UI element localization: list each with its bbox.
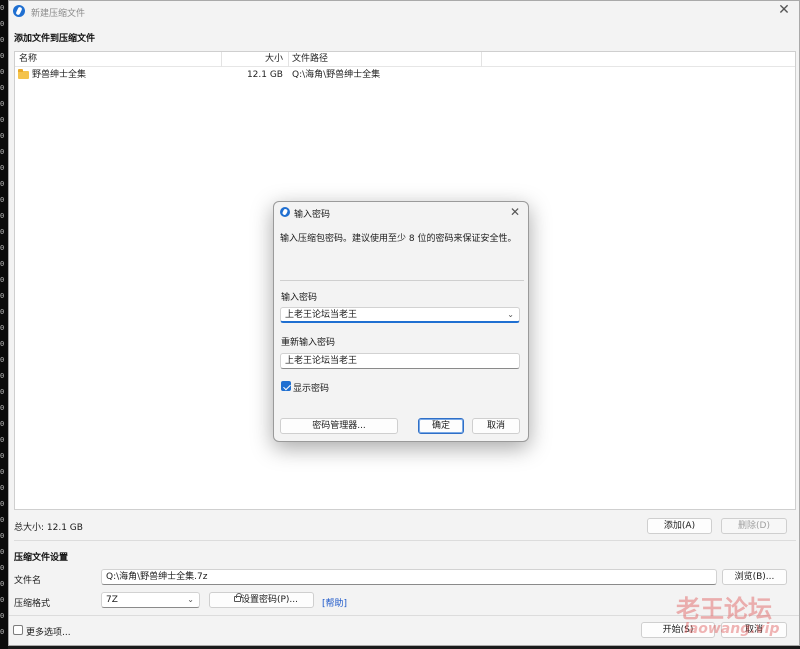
terminal-text: 0 [0,116,5,124]
more-options-checkbox[interactable] [13,625,23,635]
password-dialog: 输入密码 ✕ 输入压缩包密码。建议使用至少 8 位的密码来保证安全性。 输入密码… [273,201,529,442]
terminal-text: 0 [0,260,5,268]
row-name: 野兽绅士全集 [32,70,87,80]
terminal-text: 0 [0,52,5,60]
column-separator[interactable] [288,52,289,67]
terminal-text: 0 [0,420,5,428]
terminal-text: 0 [0,500,5,508]
terminal-text: 0 [0,516,5,524]
filename-input[interactable]: Q:\海角\野兽绅士全集.7z [101,569,717,585]
terminal-text: 0 [0,596,5,604]
window-title: 新建压缩文件 [31,9,86,19]
terminal-text: 0 [0,292,5,300]
background-terminal-strip: 0 0 0 0 0 0 0 0 0 0 0 0 0 0 0 0 0 0 0 0 0 0 0 0 0 0 0 0 0 0 0 0 0 0 0 0 0 0 0 0 [0,0,8,649]
close-icon[interactable]: ✕ [777,3,791,17]
terminal-text: 0 [0,404,5,412]
section-add-files-title: 添加文件到压缩文件 [14,34,96,44]
reenter-password-input[interactable]: 上老王论坛当老王 [280,353,520,369]
password-value: 上老王论坛当老王 [285,310,358,320]
terminal-text: 0 [0,468,5,476]
terminal-text: 0 [0,580,5,588]
file-list-header: 名称 大小 文件路径 [15,52,795,67]
terminal-text: 0 [0,388,5,396]
terminal-text: 0 [0,36,5,44]
terminal-text: 0 [0,164,5,172]
divider [280,280,524,281]
terminal-text: 0 [0,308,5,316]
terminal-text: 0 [0,228,5,236]
column-header-name[interactable]: 名称 [19,52,37,67]
terminal-text: 0 [0,84,5,92]
terminal-text: 0 [0,548,5,556]
dialog-title: 输入密码 [294,210,331,220]
dialog-description: 输入压缩包密码。建议使用至少 8 位的密码来保证安全性。 [280,234,517,244]
column-separator[interactable] [221,52,222,67]
terminal-text: 0 [0,196,5,204]
folder-icon [18,69,29,79]
column-separator[interactable] [481,52,482,67]
lock-icon [234,593,242,602]
column-header-size[interactable]: 大小 [225,52,283,67]
terminal-text: 0 [0,180,5,188]
terminal-text: 0 [0,612,5,620]
terminal-text: 0 [0,436,5,444]
terminal-text: 0 [0,20,5,28]
password-input[interactable]: 上老王论坛当老王 ⌄ [280,307,520,323]
format-select[interactable]: 7Z ⌄ [101,592,200,608]
column-header-path[interactable]: 文件路径 [292,52,328,67]
show-password-label[interactable]: 显示密码 [293,381,329,394]
terminal-text: 0 [0,532,5,540]
watermark-title: 老王论坛 [676,595,772,623]
set-password-label: 设置密码(P)... [240,595,299,605]
terminal-text: 0 [0,628,5,636]
delete-button[interactable]: 删除(D) [721,518,787,534]
app-icon [13,5,25,17]
close-icon[interactable]: ✕ [508,205,522,219]
filename-label: 文件名 [14,576,42,586]
terminal-text: 0 [0,356,5,364]
terminal-text: 0 [0,452,5,460]
terminal-text: 0 [0,212,5,220]
reenter-password-label: 重新输入密码 [281,338,336,348]
terminal-text: 0 [0,68,5,76]
table-row[interactable]: 野兽绅士全集 12.1 GB Q:\海角\野兽绅士全集 [15,68,795,83]
row-size: 12.1 GB [246,70,283,80]
terminal-text: 0 [0,340,5,348]
help-link[interactable]: [帮助] [322,596,347,609]
row-path: Q:\海角\野兽绅士全集 [292,70,381,80]
terminal-text: 0 [0,564,5,572]
format-label: 压缩格式 [14,599,51,609]
app-icon [280,207,290,217]
browse-button[interactable]: 浏览(B)... [722,569,787,585]
set-password-button[interactable]: 设置密码(P)... [209,592,314,608]
chevron-down-icon: ⌄ [187,595,194,604]
watermark-url: laowang.vip [684,621,780,637]
divider [14,540,796,541]
password-manager-button[interactable]: 密码管理器... [280,418,398,434]
terminal-text: 0 [0,372,5,380]
total-size: 总大小: 12.1 GB [14,523,83,533]
title-bar: 新建压缩文件 ✕ [9,1,799,22]
terminal-text: 0 [0,244,5,252]
dialog-cancel-button[interactable]: 取消 [472,418,520,434]
format-value: 7Z [106,595,118,605]
terminal-text: 0 [0,148,5,156]
add-button[interactable]: 添加(A) [647,518,712,534]
show-password-checkbox[interactable] [281,381,291,391]
terminal-text: 0 [0,484,5,492]
terminal-text: 0 [0,100,5,108]
ok-button[interactable]: 确定 [418,418,464,434]
more-options-label[interactable]: 更多选项... [26,625,71,638]
terminal-text: 0 [0,132,5,140]
terminal-text: 0 [0,276,5,284]
section-settings-title: 压缩文件设置 [14,553,69,563]
terminal-text: 0 [0,324,5,332]
password-label: 输入密码 [281,293,318,303]
chevron-down-icon[interactable]: ⌄ [507,308,514,322]
terminal-text: 0 [0,4,5,12]
